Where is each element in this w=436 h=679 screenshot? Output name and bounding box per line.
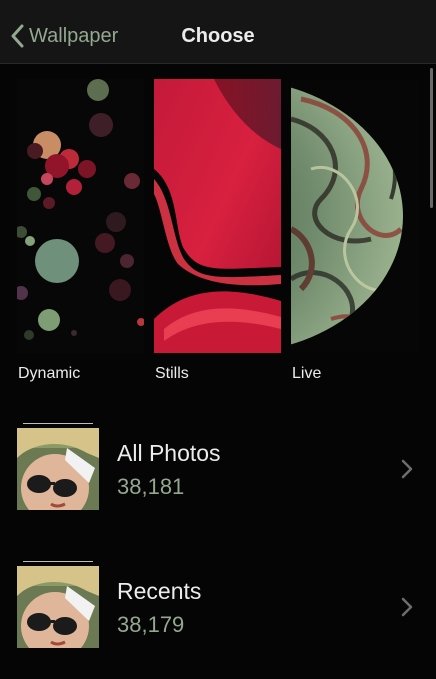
page-title: Choose bbox=[181, 25, 255, 47]
wallpaper-category-live[interactable]: Live bbox=[291, 79, 418, 382]
album-name: All Photos bbox=[117, 440, 221, 466]
album-count: 38,179 bbox=[117, 612, 185, 637]
wallpaper-category-dynamic[interactable]: Dynamic bbox=[17, 79, 144, 382]
album-stack-line bbox=[23, 423, 93, 424]
chevron-right-icon bbox=[401, 459, 413, 479]
wallpaper-categories: Dynamic Stills Live bbox=[17, 79, 436, 389]
wallpaper-label-live: Live bbox=[292, 365, 322, 382]
album-thumbnail bbox=[17, 428, 99, 510]
album-name: Recents bbox=[117, 578, 202, 604]
album-all-photos[interactable]: All Photos 38,181 bbox=[17, 423, 436, 518]
wallpaper-category-stills[interactable]: Stills bbox=[154, 79, 281, 382]
album-stack-line bbox=[23, 561, 93, 562]
album-thumbnail bbox=[17, 566, 99, 648]
album-recents[interactable]: Recents 38,179 bbox=[17, 561, 436, 656]
chevron-right-icon bbox=[401, 597, 413, 617]
dynamic-wallpaper-thumbnail bbox=[17, 79, 144, 353]
wallpaper-label-dynamic: Dynamic bbox=[18, 365, 81, 382]
navigation-bar: Wallpaper Choose bbox=[0, 0, 436, 64]
stills-wallpaper-thumbnail bbox=[154, 79, 281, 353]
wallpaper-label-stills: Stills bbox=[155, 365, 189, 382]
live-wallpaper-thumbnail bbox=[291, 79, 418, 353]
album-count: 38,181 bbox=[117, 474, 185, 499]
